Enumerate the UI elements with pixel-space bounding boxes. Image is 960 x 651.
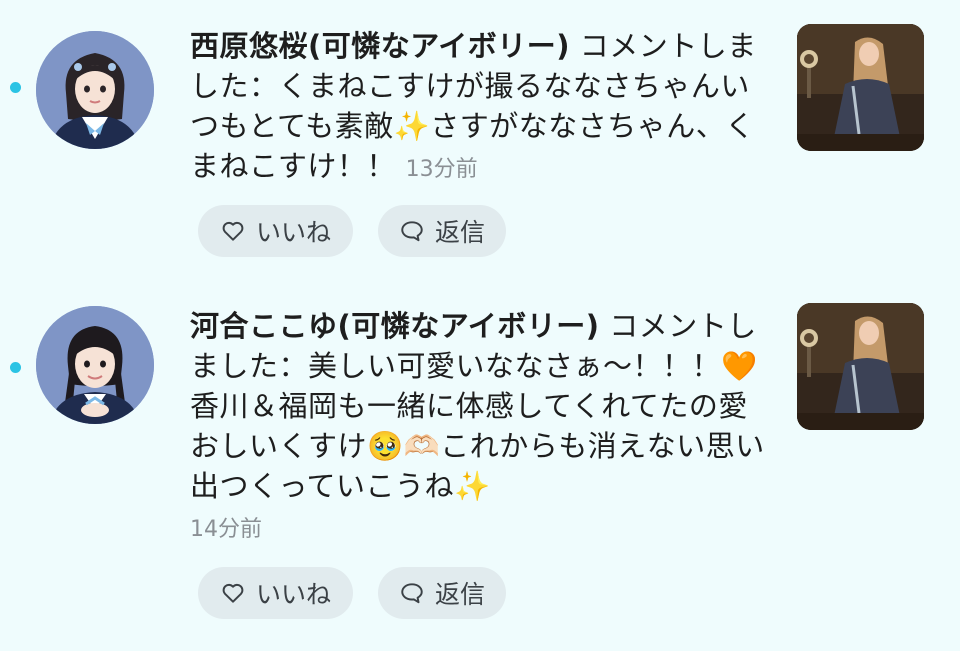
reply-label: 返信	[434, 580, 485, 609]
heart-outline-icon	[222, 221, 244, 241]
reply-button[interactable]: 返信	[378, 567, 506, 619]
unread-indicator	[10, 362, 21, 373]
timestamp: 13分前	[405, 157, 478, 182]
avatar-image	[36, 31, 154, 149]
notification-text: 西原悠桜(可憐なアイボリー) コメントしました：くまねこすけが撮るななさちゃんい…	[190, 26, 765, 190]
reply-button[interactable]: 返信	[378, 205, 506, 257]
like-button[interactable]: いいね	[198, 205, 353, 257]
post-thumbnail[interactable]	[797, 303, 924, 430]
avatar-image	[36, 306, 154, 424]
speech-bubble-icon	[401, 221, 423, 242]
speech-bubble-icon	[401, 583, 423, 604]
notification-text: 河合ここゆ(可憐なアイボリー) コメントしました：美しい可愛いななさぁ〜！！！🧡…	[190, 306, 765, 550]
timestamp: 14分前	[190, 517, 262, 542]
avatar[interactable]	[36, 306, 154, 424]
post-thumbnail[interactable]	[797, 24, 924, 151]
reply-label: 返信	[434, 218, 485, 247]
like-label: いいね	[255, 580, 331, 609]
heart-outline-icon	[222, 583, 244, 603]
like-button[interactable]: いいね	[198, 567, 353, 619]
avatar[interactable]	[36, 31, 154, 149]
thumbnail-image	[797, 303, 924, 430]
thumbnail-image	[797, 24, 924, 151]
unread-indicator	[10, 82, 21, 93]
user-name[interactable]: 西原悠桜(可憐なアイボリー)	[190, 29, 570, 63]
like-label: いいね	[255, 218, 331, 247]
user-name[interactable]: 河合ここゆ(可憐なアイボリー)	[190, 309, 600, 343]
